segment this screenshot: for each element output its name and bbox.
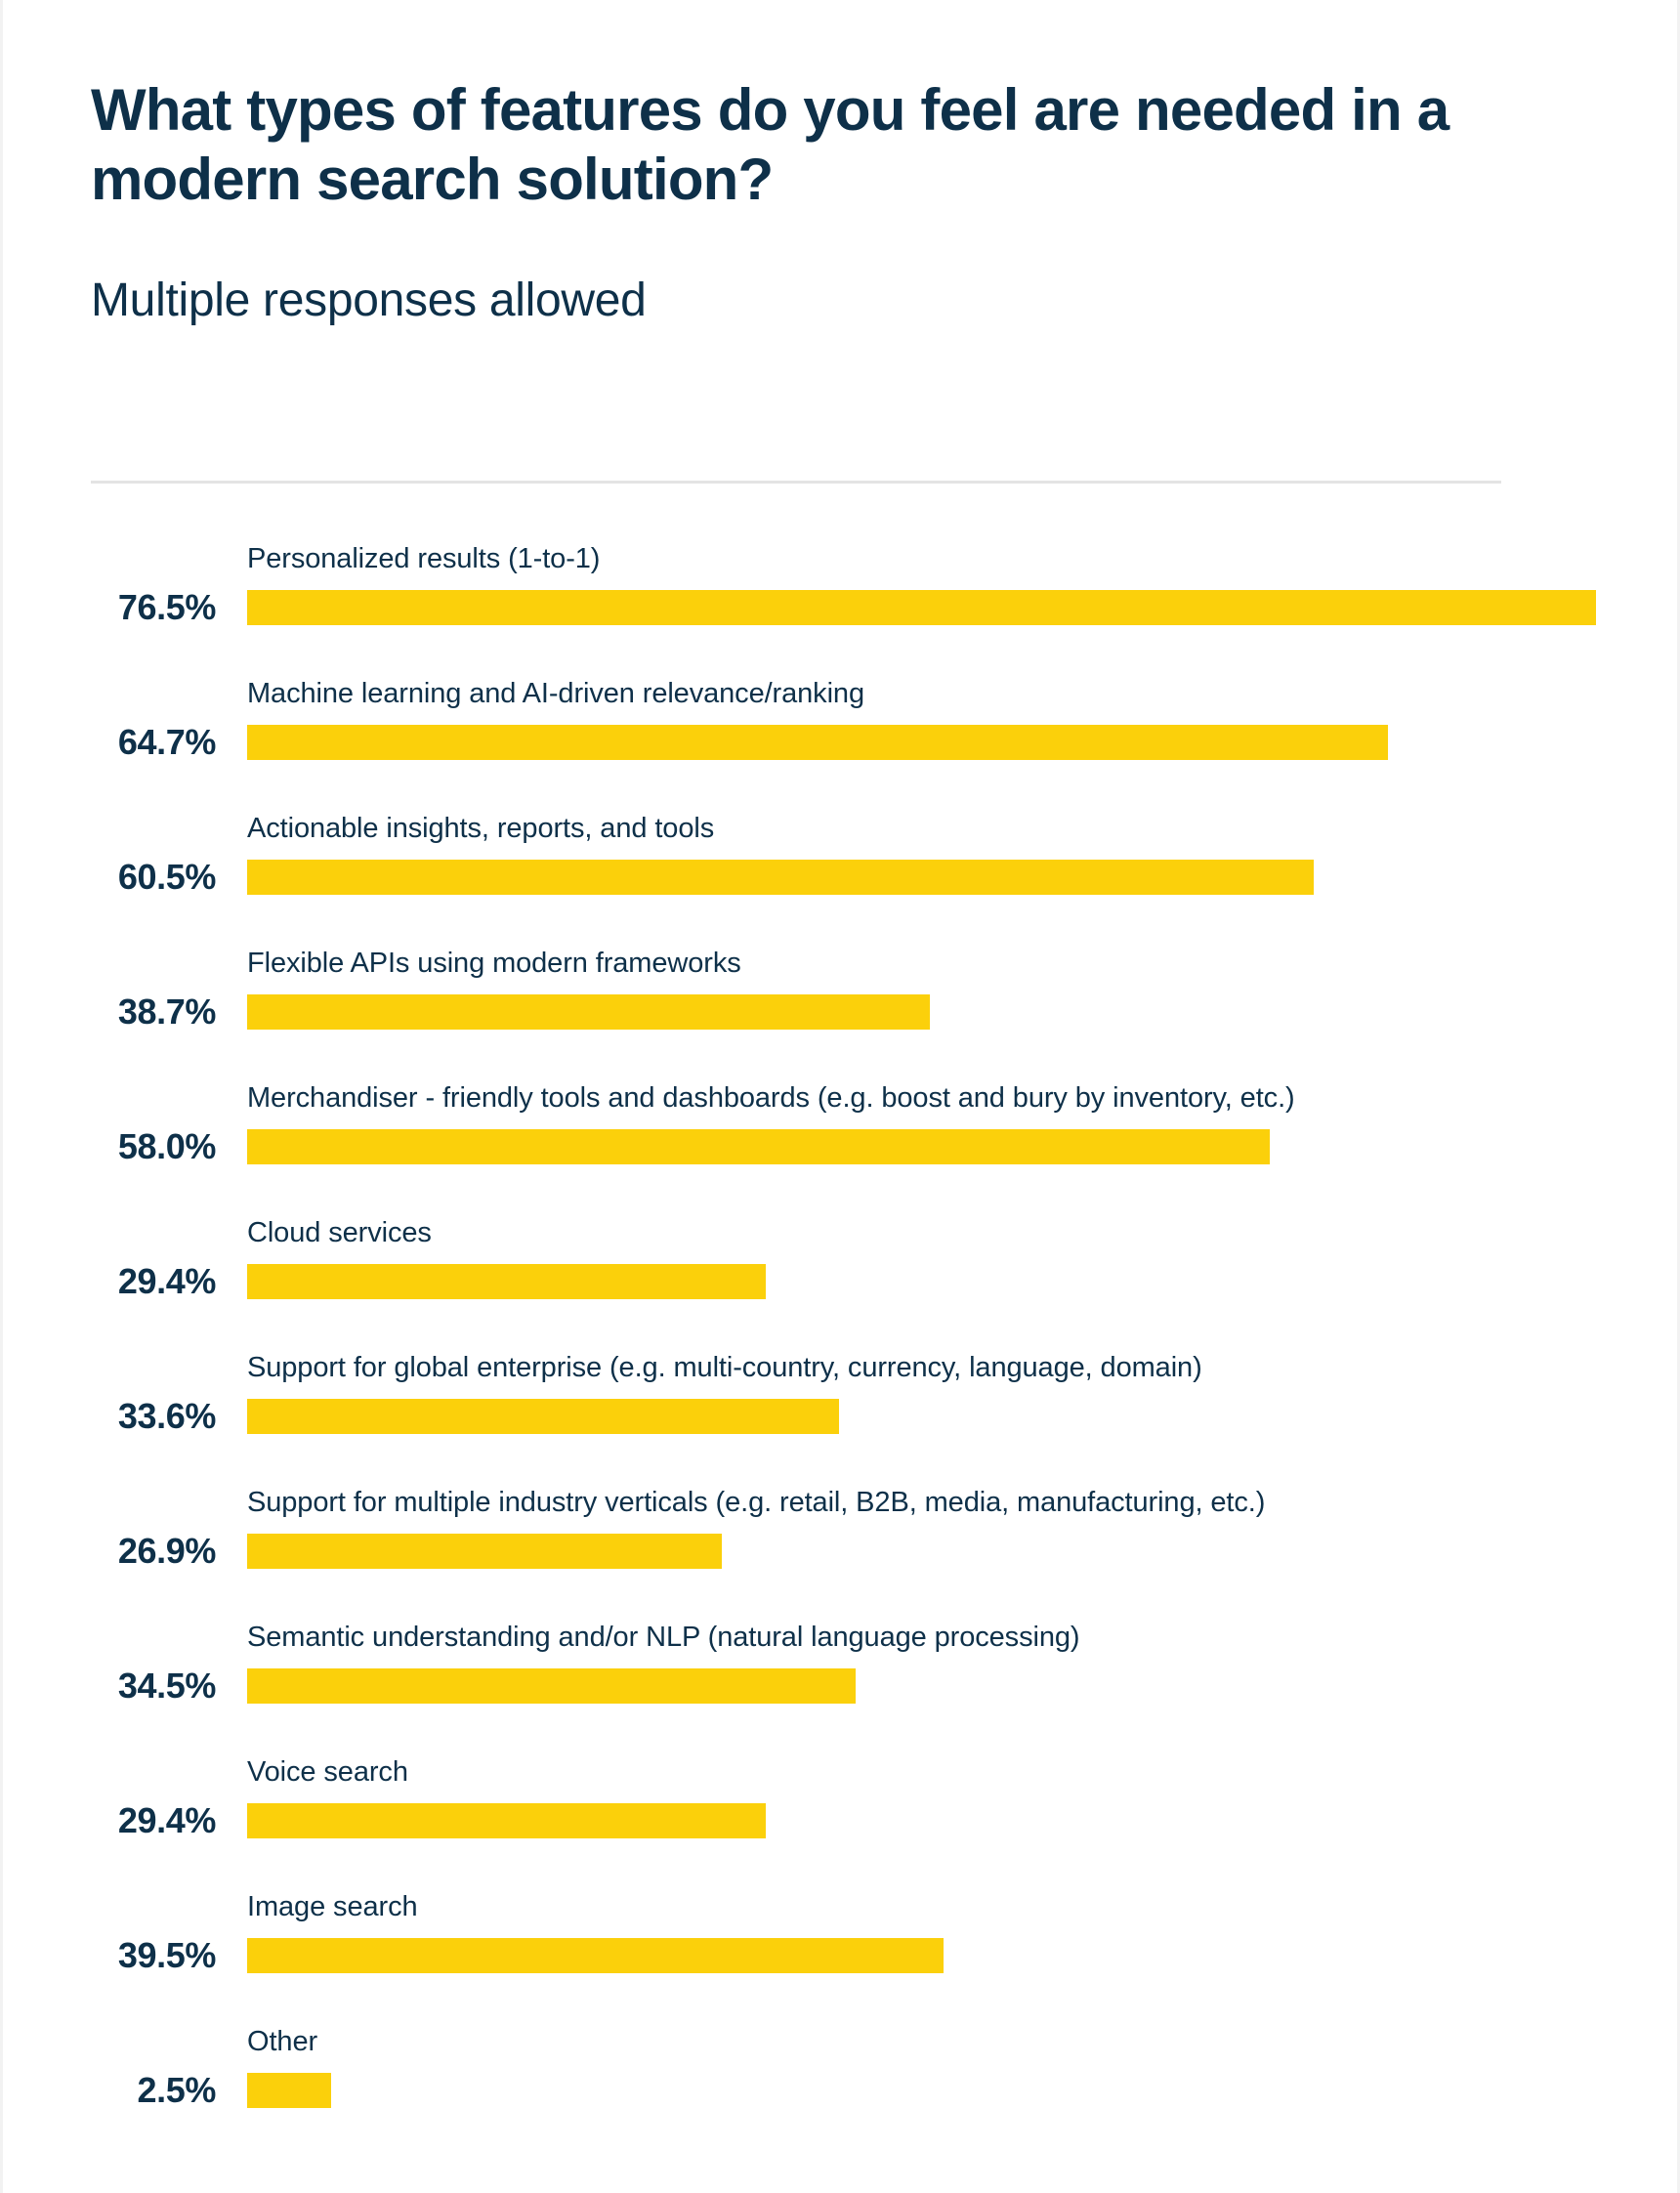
bar-value-label: 60.5% bbox=[117, 857, 216, 897]
bar-row: 76.5% Personalized results (1-to-1) bbox=[3, 533, 1680, 668]
bar-fill bbox=[247, 590, 1596, 625]
bar-fill bbox=[247, 725, 1388, 760]
bar-value-label: 26.9% bbox=[117, 1531, 216, 1571]
bar-row: 29.4% Cloud services bbox=[3, 1207, 1680, 1342]
bar-value-label: 33.6% bbox=[117, 1396, 216, 1436]
bar-row: 34.5% Semantic understanding and/or NLP (… bbox=[3, 1612, 1680, 1747]
bar-row: 58.0% Merchandiser - friendly tools and d… bbox=[3, 1073, 1680, 1207]
bar-track bbox=[247, 860, 1644, 895]
bar-row: 64.7% Machine learning and AI-driven rele… bbox=[3, 668, 1680, 803]
bar-row: 39.5% Image search bbox=[3, 1881, 1680, 2016]
bar-category-label: Actionable insights, reports, and tools bbox=[247, 813, 715, 844]
bar-row: 29.4% Voice search bbox=[3, 1747, 1680, 1881]
bar-value-label: 39.5% bbox=[117, 1935, 216, 1975]
bar-fill bbox=[247, 1129, 1270, 1164]
bar-row: 2.5% Other bbox=[3, 2016, 1680, 2151]
bar-value-label: 38.7% bbox=[117, 991, 216, 1032]
bar-category-label: Semantic understanding and/or NLP (natur… bbox=[247, 1622, 1080, 1653]
bar-track bbox=[247, 1399, 1644, 1434]
bar-row: 38.7% Flexible APIs using modern framewor… bbox=[3, 938, 1680, 1073]
bar-fill bbox=[247, 1668, 856, 1704]
bar-track bbox=[247, 590, 1644, 625]
bar-value-label: 2.5% bbox=[137, 2070, 217, 2110]
bar-fill bbox=[247, 994, 930, 1030]
chart-header: What types of features do you feel are n… bbox=[91, 76, 1546, 326]
bar-category-label: Merchandiser - friendly tools and dashbo… bbox=[247, 1082, 1295, 1114]
bar-row: 26.9% Support for multiple industry verti… bbox=[3, 1477, 1680, 1612]
bar-category-label: Other bbox=[247, 2026, 318, 2057]
bar-fill bbox=[247, 860, 1315, 895]
bar-category-label: Machine learning and AI-driven relevance… bbox=[247, 678, 864, 709]
bar-row: 33.6% Support for global enterprise (e.g.… bbox=[3, 1342, 1680, 1477]
bar-category-label: Image search bbox=[247, 1891, 418, 1922]
bar-fill bbox=[247, 2073, 331, 2108]
bar-value-label: 29.4% bbox=[117, 1261, 216, 1301]
bar-value-label: 29.4% bbox=[117, 1800, 216, 1840]
bar-fill bbox=[247, 1264, 766, 1299]
bar-category-label: Support for multiple industry verticals … bbox=[247, 1487, 1266, 1518]
page-title: What types of features do you feel are n… bbox=[91, 77, 1449, 212]
bar-row: 60.5% Actionable insights, reports, and t… bbox=[3, 803, 1680, 938]
bar-fill bbox=[247, 1534, 722, 1569]
header-divider bbox=[91, 481, 1501, 484]
chart-subtitle: Multiple responses allowed bbox=[91, 274, 647, 326]
bar-track bbox=[247, 1264, 1644, 1299]
bar-category-label: Support for global enterprise (e.g. mult… bbox=[247, 1352, 1202, 1383]
bar-category-label: Flexible APIs using modern frameworks bbox=[247, 948, 741, 979]
bar-track bbox=[247, 1129, 1644, 1164]
bar-value-label: 34.5% bbox=[117, 1666, 216, 1706]
bar-track bbox=[247, 725, 1644, 760]
bar-track bbox=[247, 1668, 1644, 1704]
bar-chart: 76.5% Personalized results (1-to-1) 64.7% M… bbox=[3, 533, 1680, 2151]
bar-category-label: Cloud services bbox=[247, 1217, 432, 1248]
bar-track bbox=[247, 1938, 1644, 1973]
bar-value-label: 76.5% bbox=[117, 587, 216, 627]
bar-value-label: 58.0% bbox=[117, 1126, 216, 1166]
bar-track bbox=[247, 2073, 1644, 2108]
bar-track bbox=[247, 1803, 1644, 1838]
bar-category-label: Personalized results (1-to-1) bbox=[247, 543, 601, 574]
bar-value-label: 64.7% bbox=[117, 722, 216, 762]
bar-fill bbox=[247, 1399, 840, 1434]
bar-category-label: Voice search bbox=[247, 1756, 408, 1788]
bar-track bbox=[247, 1534, 1644, 1569]
bar-fill bbox=[247, 1803, 766, 1838]
chart-card: What types of features do you feel are n… bbox=[0, 0, 1680, 2193]
bar-fill bbox=[247, 1938, 944, 1973]
bar-track bbox=[247, 994, 1644, 1030]
